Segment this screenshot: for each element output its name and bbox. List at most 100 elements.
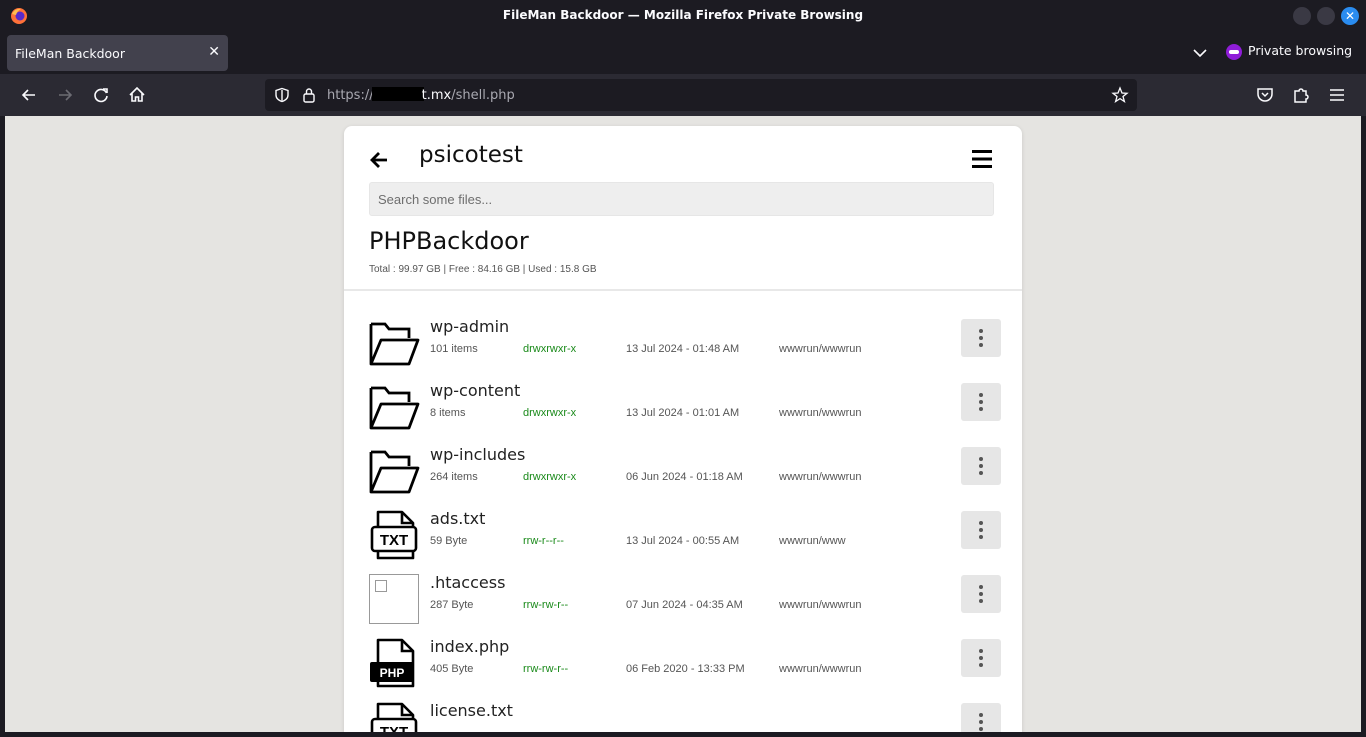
file-size: 264 items (430, 471, 478, 483)
file-row[interactable]: TXT ads.txt 59 Byte rrw-r--r-- 13 Jul 2024 -… (344, 506, 1022, 566)
redacted-host (371, 87, 424, 101)
file-name[interactable]: index.php (430, 637, 509, 656)
folder-icon (369, 318, 420, 368)
file-owner: wwwrun/wwwrun (779, 407, 862, 419)
lock-icon[interactable] (302, 87, 316, 103)
dot (979, 471, 983, 475)
dot (979, 329, 983, 333)
folder-icon (369, 382, 420, 432)
url-path: /shell.php (451, 88, 515, 103)
home-icon[interactable] (126, 84, 148, 106)
address-bar[interactable]: https:// t.mx/shell.php (265, 79, 1137, 111)
tab-bar: FileMan Backdoor ✕ Private browsing (0, 32, 1366, 74)
file-row[interactable]: wp-content 8 items drwxrwxr-x 13 Jul 2024 -… (344, 378, 1022, 438)
dot (979, 528, 983, 532)
txt-file-icon: TXT (369, 702, 420, 732)
url-host: t.mx (421, 88, 452, 103)
navigation-toolbar: https:// t.mx/shell.php (0, 74, 1366, 116)
dot (979, 393, 983, 397)
file-actions-button[interactable] (961, 319, 1001, 357)
file-row[interactable]: wp-includes 264 items drwxrwxr-x 06 Jun 202… (344, 442, 1022, 502)
page-viewport: psicotest PHPBackdoor Total : 99.97 GB |… (5, 116, 1361, 732)
divider (344, 289, 1022, 291)
file-row[interactable]: wp-admin 101 items drwxrwxr-x 13 Jul 2024 -… (344, 314, 1022, 374)
file-owner: wwwrun/www (779, 535, 846, 547)
file-owner: wwwrun/wwwrun (779, 343, 862, 355)
app-title: PHPBackdoor (369, 227, 529, 255)
shield-icon[interactable] (274, 87, 290, 103)
file-name[interactable]: .htaccess (430, 573, 505, 592)
dot (979, 585, 983, 589)
folder-icon (369, 446, 420, 496)
private-browsing-indicator: Private browsing (1226, 43, 1352, 63)
minimize-button[interactable] (1293, 7, 1311, 25)
svg-text:TXT: TXT (380, 532, 408, 549)
search-input[interactable] (369, 182, 994, 216)
dot (979, 407, 983, 411)
txt-file-icon: TXT (369, 510, 420, 560)
file-permissions: rrw-rw-r-- (523, 663, 569, 675)
chevron-down-icon[interactable] (1190, 44, 1210, 62)
file-row[interactable]: PHP index.php 405 Byte rrw-rw-r-- 06 Feb 202… (344, 634, 1022, 694)
broken-image-icon (369, 574, 419, 624)
back-arrow-icon[interactable] (18, 84, 40, 106)
file-name[interactable]: license.txt (430, 701, 513, 720)
file-owner: wwwrun/wwwrun (779, 663, 862, 675)
file-permissions: rrw-r--r-- (523, 535, 564, 547)
dot (979, 713, 983, 717)
tab-label: FileMan Backdoor (15, 46, 125, 61)
file-owner: wwwrun/wwwrun (779, 599, 862, 611)
maximize-button[interactable] (1317, 7, 1335, 25)
dot (979, 727, 983, 731)
pocket-icon[interactable] (1254, 84, 1276, 106)
file-permissions: drwxrwxr-x (523, 343, 577, 355)
svg-text:TXT: TXT (380, 724, 408, 732)
dot (979, 663, 983, 667)
forward-arrow-icon[interactable] (54, 84, 76, 106)
url-text[interactable]: https:// t.mx/shell.php (327, 87, 515, 103)
hamburger-menu-icon[interactable] (971, 148, 993, 170)
svg-text:PHP: PHP (380, 666, 405, 680)
current-folder-title: psicotest (419, 142, 523, 168)
file-modified-date: 13 Jul 2024 - 01:01 AM (626, 407, 740, 419)
hamburger-menu-icon[interactable] (1326, 84, 1348, 106)
bookmark-star-icon[interactable] (1111, 86, 1129, 104)
tab-close-icon[interactable]: ✕ (208, 44, 220, 60)
file-permissions: drwxrwxr-x (523, 471, 577, 483)
file-size: 8 items (430, 407, 466, 419)
file-actions-button[interactable] (961, 383, 1001, 421)
file-row[interactable]: TXT license.txt (344, 698, 1022, 732)
file-modified-date: 06 Feb 2020 - 13:33 PM (626, 663, 745, 675)
back-arrow-icon[interactable] (368, 148, 390, 170)
file-actions-button[interactable] (961, 703, 1001, 732)
url-scheme: https:// (327, 88, 374, 103)
file-size: 59 Byte (430, 535, 468, 547)
window-bottom-edge (0, 732, 1366, 737)
file-actions-button[interactable] (961, 575, 1001, 613)
file-manager-card: psicotest PHPBackdoor Total : 99.97 GB |… (344, 126, 1022, 732)
dot (979, 720, 983, 724)
file-name[interactable]: ads.txt (430, 509, 485, 528)
file-name[interactable]: wp-content (430, 381, 520, 400)
dot (979, 535, 983, 539)
file-name[interactable]: wp-includes (430, 445, 525, 464)
file-permissions: rrw-rw-r-- (523, 599, 569, 611)
dot (979, 521, 983, 525)
file-actions-button[interactable] (961, 447, 1001, 485)
file-modified-date: 06 Jun 2024 - 01:18 AM (626, 471, 743, 483)
close-window-button[interactable]: ✕ (1341, 7, 1359, 25)
file-size: 101 items (430, 343, 478, 355)
file-name[interactable]: wp-admin (430, 317, 509, 336)
tab-fileman[interactable]: FileMan Backdoor ✕ (7, 35, 228, 71)
window-titlebar: FileMan Backdoor — Mozilla Firefox Priva… (0, 0, 1366, 32)
file-actions-button[interactable] (961, 511, 1001, 549)
extensions-icon[interactable] (1290, 84, 1312, 106)
reload-icon[interactable] (90, 84, 112, 106)
file-size: 287 Byte (430, 599, 474, 611)
window-title: FileMan Backdoor — Mozilla Firefox Priva… (502, 8, 864, 22)
disk-usage-stats: Total : 99.97 GB | Free : 84.16 GB | Use… (369, 264, 597, 275)
file-row[interactable]: .htaccess 287 Byte rrw-rw-r-- 07 Jun 2024 -… (344, 570, 1022, 630)
file-actions-button[interactable] (961, 639, 1001, 677)
dot (979, 656, 983, 660)
dot (979, 649, 983, 653)
